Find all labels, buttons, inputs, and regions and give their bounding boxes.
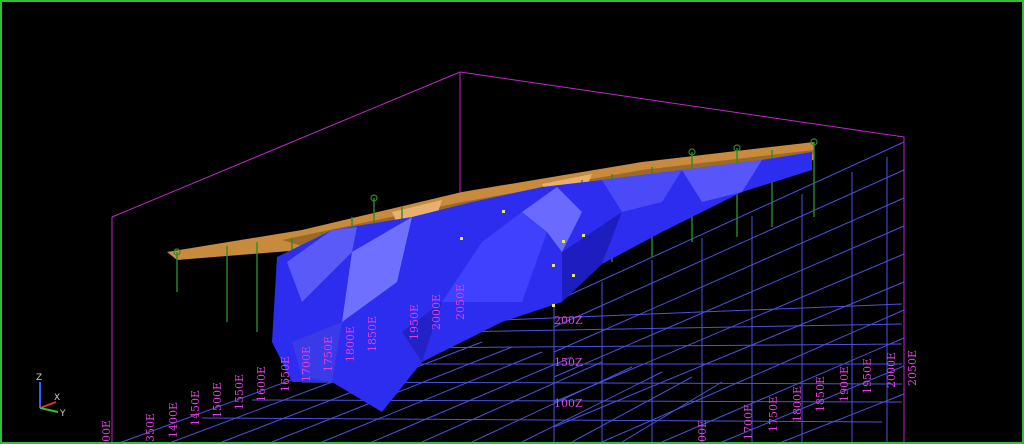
grid-label: 1700E [300, 346, 313, 382]
grid-label: 1850E [366, 316, 379, 352]
axis-y-label: Y [59, 409, 66, 419]
axis-triad-icon: Z X Y [36, 373, 66, 419]
grid-label: 200Z [554, 314, 583, 327]
axis-z-label: Z [36, 373, 42, 383]
grid-label: 1450E [189, 390, 202, 426]
scene-canvas[interactable]: 00E 350E 1400E 1450E 1500E 1550E 1600E 1… [2, 2, 1022, 442]
3d-viewport[interactable]: 00E 350E 1400E 1450E 1500E 1550E 1600E 1… [0, 0, 1024, 444]
grid-label: 1650E [279, 356, 292, 392]
grid-label: 00E [100, 420, 113, 442]
grid-label: 1900E [838, 366, 851, 402]
grid-label: 2000E [885, 352, 898, 388]
grid-label: 1800E [344, 326, 357, 362]
axis-x-label: X [54, 393, 60, 403]
grid-label: 1400E [167, 402, 180, 438]
grid-label: 1550E [233, 374, 246, 410]
grid-label: 100Z [554, 397, 583, 410]
grid-label: 1950E [408, 304, 421, 340]
grid-label: 2050E [454, 284, 467, 320]
grid-label: 00E [696, 420, 709, 442]
grid-label: 1700E [742, 404, 755, 440]
grid-label: 1850E [814, 376, 827, 412]
ore-body[interactable] [272, 152, 812, 412]
grid-label: 1800E [791, 386, 804, 422]
grid-label: 150Z [554, 356, 583, 369]
grid-label: 1600E [255, 366, 268, 402]
grid-label: 2050E [906, 350, 919, 386]
grid-label: 2000E [430, 294, 443, 330]
grid-label: 1950E [861, 358, 874, 394]
grid-label: 1500E [211, 382, 224, 418]
grid-label: 350E [144, 413, 157, 442]
floor-grid [121, 303, 903, 442]
grid-label: 1750E [767, 396, 780, 432]
grid-label: 1750E [322, 336, 335, 372]
